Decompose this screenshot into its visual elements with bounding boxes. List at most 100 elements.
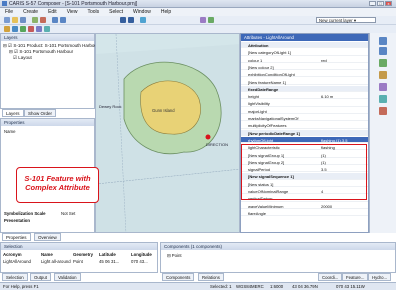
attribute-value[interactable]: red <box>321 58 366 63</box>
tab-overview[interactable]: Overview <box>34 233 61 241</box>
attribute-row[interactable]: lightVisibility <box>241 100 368 107</box>
tab-feature[interactable]: Feature... <box>342 273 369 281</box>
attribute-key: exhibitionConditionOfLight <box>248 72 295 78</box>
tab-properties[interactable]: Properties <box>2 233 31 241</box>
tree-item-layout[interactable]: ☑ Layout <box>3 55 98 61</box>
select-icon[interactable] <box>120 17 126 23</box>
menu-view[interactable]: View <box>62 8 83 15</box>
cell-latitude[interactable]: 45 06 31... <box>99 259 119 264</box>
label-dewey-rock: Dewey Rock <box>99 104 122 109</box>
menu-tools[interactable]: Tools <box>82 8 104 15</box>
status-selected: Selected: 1 <box>210 284 232 289</box>
feature-callout: S-101 Feature with Complex Attribute <box>16 167 99 203</box>
tab-layers[interactable]: Layers <box>2 109 24 117</box>
attribute-key: colour 1 <box>248 57 263 63</box>
tab-relations[interactable]: Relations <box>198 273 224 281</box>
tab-output[interactable]: Output <box>30 273 51 281</box>
delete-icon[interactable] <box>40 17 46 23</box>
attribute-value[interactable]: flashing,(1),3.5 <box>321 138 366 143</box>
maximize-button[interactable]: □ <box>377 1 384 6</box>
menu-create[interactable]: Create <box>18 8 43 15</box>
chart-view[interactable]: Gunn Island Dewey Rock DIRECTION <box>95 33 240 233</box>
attribute-row[interactable]: colour 1 red <box>241 57 368 63</box>
status-help: For Help, press F1 <box>3 284 39 289</box>
open-icon[interactable] <box>12 17 18 23</box>
tab-show-order[interactable]: Show Order <box>24 109 57 117</box>
attribute-key: rhythmOfLight <box>248 137 274 143</box>
attribute-key: fixedDateRange <box>248 86 279 92</box>
pan-icon[interactable] <box>60 17 66 23</box>
tab-components[interactable]: Components <box>162 273 195 281</box>
symbol-icon[interactable] <box>36 26 42 32</box>
validate-icon[interactable] <box>379 59 387 67</box>
col-name: Name <box>41 252 53 257</box>
cell-longitude[interactable]: 070 43... <box>131 259 148 264</box>
layer-icon[interactable] <box>200 17 206 23</box>
cell-name[interactable]: Light all-around <box>41 259 71 264</box>
attribute-row[interactable]: [New periodicDateRange 1] <box>241 129 368 136</box>
attribute-value[interactable]: 20000 <box>321 204 366 209</box>
attribute-row[interactable]: waveValueMinimum 20000 <box>241 203 368 209</box>
attribute-row[interactable]: fixedDateRange <box>241 85 368 93</box>
callout-line-1: S-101 Feature with <box>24 174 91 183</box>
attribute-key: majorLight <box>248 108 267 114</box>
text-icon[interactable] <box>28 26 34 32</box>
attribute-row[interactable]: majorLight <box>241 108 368 114</box>
line-icon[interactable] <box>12 26 18 32</box>
label-direction: DIRECTION <box>206 142 228 147</box>
edit-icon[interactable] <box>32 17 38 23</box>
tab-selection[interactable]: Selection <box>2 273 28 281</box>
attribute-row[interactable]: [New colour 2] <box>241 64 368 71</box>
attribute-row[interactable]: exhibitionConditionOfLight <box>241 71 368 78</box>
status-scale: 1:6000 <box>270 284 284 289</box>
filter-icon[interactable] <box>208 17 214 23</box>
title-bar: CARIS S-57 Composer - [S-101 Portsmouth … <box>0 0 396 8</box>
properties-name-label: Name <box>4 129 16 134</box>
filter-attr-icon[interactable] <box>379 83 387 91</box>
attribute-row[interactable]: rhythmOfLight flashing,(1),3.5 <box>241 136 368 144</box>
menu-select[interactable]: Select <box>104 8 128 15</box>
component-point[interactable]: ⊟ Point <box>167 253 182 259</box>
minimize-button[interactable]: _ <box>369 1 376 6</box>
attribute-row[interactable]: marksNavigationalSystemOf <box>241 115 368 122</box>
cell-acronym[interactable]: LightAllAround <box>3 259 31 264</box>
attribute-row[interactable]: [New featureName 1] <box>241 79 368 85</box>
components-title: Components (1 components) <box>161 243 395 250</box>
attribute-row[interactable]: multiplicityOfFeatures <box>241 122 368 129</box>
attribute-row[interactable]: Attribution <box>241 42 368 49</box>
node-icon[interactable] <box>44 26 50 32</box>
copy-icon[interactable] <box>379 95 387 103</box>
menu-file[interactable]: File <box>0 8 18 15</box>
zoom-in-icon[interactable] <box>379 37 387 45</box>
col-longitude: Longitude <box>131 252 152 257</box>
status-projection: WGS84MERC <box>236 284 264 289</box>
menu-help[interactable]: Help <box>156 8 176 15</box>
components-panel: Components (1 components) ⊟ Point <box>160 242 396 273</box>
zoom-out-icon[interactable] <box>379 47 387 55</box>
tab-coordinates[interactable]: Coordi... <box>318 273 343 281</box>
menu-edit[interactable]: Edit <box>43 8 62 15</box>
attribute-row[interactable]: [New categoryOfLight 1] <box>241 49 368 56</box>
attribute-key: [New featureName 1] <box>248 79 286 85</box>
cell-geometry[interactable]: Point <box>73 259 83 264</box>
edit-attr-icon[interactable] <box>379 71 387 79</box>
area-icon[interactable] <box>20 26 26 32</box>
attribute-key: marksNavigationalSystemOf <box>248 116 299 121</box>
attribute-row[interactable]: flareAngle <box>241 210 368 217</box>
symbolization-scale-value[interactable]: Not Set <box>61 211 75 216</box>
tab-validation[interactable]: Validation <box>54 273 81 281</box>
close-button[interactable]: x <box>385 1 392 6</box>
layer-select[interactable]: New current layer ▾ <box>316 17 376 23</box>
attribute-value[interactable]: 6.10 m <box>321 94 366 99</box>
presentation-label: Presentation <box>4 218 31 223</box>
menu-window[interactable]: Window <box>128 8 156 15</box>
attribute-row[interactable]: height 6.10 m <box>241 93 368 100</box>
save-icon[interactable] <box>20 17 26 23</box>
point-icon[interactable] <box>4 26 10 32</box>
measure-icon[interactable] <box>140 17 146 23</box>
remove-icon[interactable] <box>379 107 387 115</box>
tab-hydro[interactable]: Hydro... <box>368 273 392 281</box>
new-icon[interactable] <box>4 17 10 23</box>
refresh-icon[interactable] <box>128 17 134 23</box>
zoom-icon[interactable] <box>52 17 58 23</box>
